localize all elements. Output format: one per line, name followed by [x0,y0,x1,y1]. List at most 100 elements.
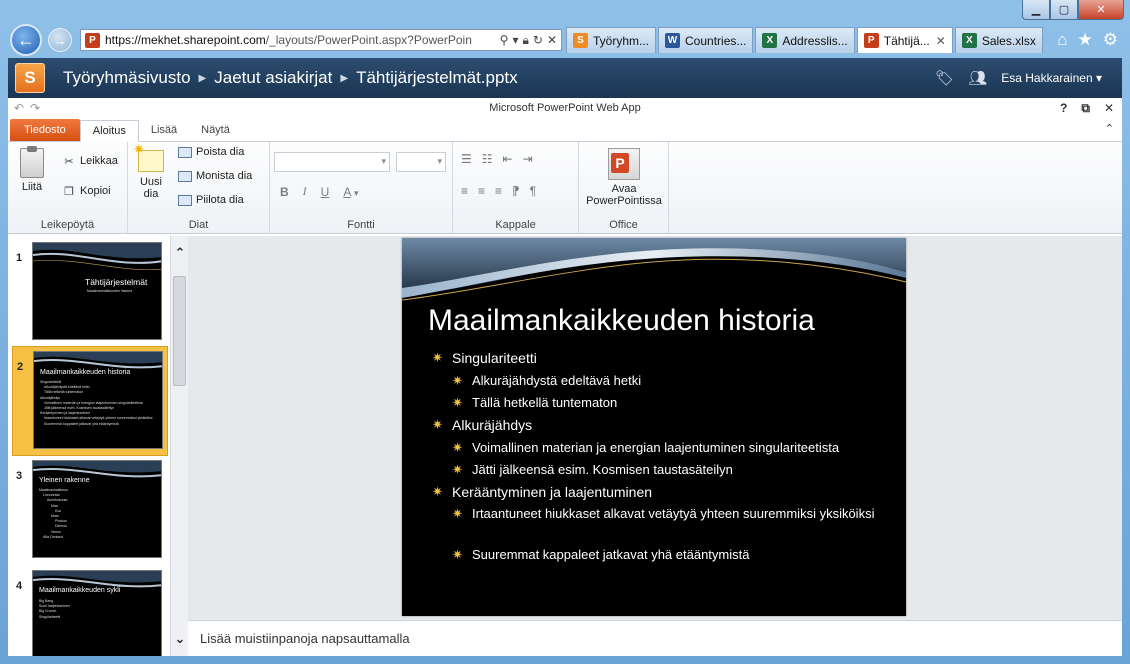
font-color-button[interactable]: A ▾ [343,185,358,199]
undo-icon[interactable]: ↶ [14,101,30,115]
thumbnail-subtitle: Maailmankaikkeuden historia [87,289,133,293]
thumbnail-body: Singulariteetti Alkuräjähdystä edeltävä … [40,380,152,427]
favorites-star-icon[interactable]: ★ [1078,30,1093,50]
back-button[interactable]: ← [10,24,42,56]
breadcrumb-item-site[interactable]: Työryhmäsivusto [63,68,191,88]
help-icon[interactable]: ? [1060,101,1067,116]
align-buttons: ≡ ≡ ≡ ⁋ ¶ [461,184,536,198]
tab-label: Sales.xlsx [981,33,1036,48]
breadcrumb-separator-icon: ▶ [340,72,349,84]
sharepoint-logo-icon[interactable]: S [15,63,45,93]
close-icon[interactable]: ✕ [547,33,557,48]
tag-icon[interactable]: 🏷︎ [935,69,954,87]
cut-button[interactable]: ✂ Leikkaa [62,154,118,168]
duplicate-slide-button[interactable]: Monista dia [178,170,252,182]
thumbnail-preview: Maailmankaikkeuden historia Singularitee… [33,351,163,449]
tab-close-icon[interactable]: ✕ [936,34,946,48]
font-color-label: A [343,184,351,199]
slide-thumbnail-1[interactable]: 1 Tähtijärjestelmät Maailmankaikkeuden h… [12,238,168,348]
current-slide[interactable]: Maailmankaikkeuden historia Singularitee… [402,238,906,616]
bullet-level-2: Irtaantuneet hiukkaset alkavat vetäytyä … [432,505,877,545]
new-slide-button[interactable]: Uusi dia [133,143,164,200]
slide-bullets[interactable]: Singulariteetti Alkuräjähdystä edeltävä … [432,348,877,567]
forward-button[interactable]: → [48,28,72,52]
bullet-level-2: Suuremmat kappaleet jatkavat yhä etäänty… [432,545,877,567]
browser-tab-active[interactable]: P Tähtijä... ✕ [856,27,953,53]
browser-tab[interactable]: X Addresslis... [755,27,855,53]
close-icon[interactable]: ✕ [1104,101,1114,116]
bullets-icon[interactable]: ☰ [461,152,472,166]
dropdown-icon[interactable]: ▾ [512,33,518,48]
tab-insert[interactable]: Lisää [139,119,189,141]
app-title: Microsoft PowerPoint Web App [489,102,641,114]
rtl-icon[interactable]: ¶ [530,184,536,198]
settings-gear-icon[interactable]: ⚙ [1103,30,1118,50]
tab-home[interactable]: Aloitus [79,120,139,142]
maximize-button[interactable]: ▢ [1050,0,1078,20]
collapse-ribbon-icon[interactable]: ⌃ [1105,122,1114,135]
hide-slide-icon [178,194,192,206]
people-icon[interactable]: 👥︎ [968,69,987,87]
bold-button[interactable]: B [280,185,289,199]
bullet-level-1: Alkuräjähdys [432,415,877,438]
thumbnail-scrollbar[interactable]: ⌃ ⌄ [170,236,188,656]
italic-button[interactable]: I [303,184,307,199]
scroll-up-icon[interactable]: ⌃ [171,242,189,264]
user-menu[interactable]: Esa Hakkarainen ▾ [1001,71,1102,85]
new-slide-label: Uusi [139,176,162,188]
underline-button[interactable]: U [321,185,330,199]
home-icon[interactable]: ⌂ [1057,30,1067,50]
group-label-slides: Diat [188,219,209,231]
paste-button[interactable]: Liitä [20,146,44,193]
hide-slide-button[interactable]: Piilota dia [178,194,244,206]
address-url[interactable]: https://mekhet.sharepoint.com/_layouts/P… [105,33,500,47]
align-left-icon[interactable]: ≡ [461,184,468,198]
align-right-icon[interactable]: ≡ [495,184,502,198]
url-path: /_layouts/PowerPoint.aspx?PowerPoin [265,33,472,47]
browser-tabs: S Työryhm... W Countries... X Addresslis...… [566,27,1043,53]
browser-tab[interactable]: W Countries... [658,27,754,53]
slide-thumbnail-3[interactable]: 3 Yleinen rakenne Maailmankaikkeus Linnu… [12,456,168,566]
notes-area[interactable]: Lisää muistiinpanoja napsauttamalla [188,620,1122,656]
bullet-level-2: Voimallinen materian ja energian laajent… [432,438,877,460]
tab-file[interactable]: Tiedosto [10,119,80,141]
address-bar[interactable]: P https://mekhet.sharepoint.com/_layouts… [80,29,562,51]
decrease-indent-icon[interactable]: ⇤ [503,152,513,166]
search-icon[interactable]: ⚲ [500,33,509,48]
slide-title[interactable]: Maailmankaikkeuden historia [428,304,815,338]
tab-label: Työryhm... [593,33,650,48]
slide-thumbnail-2[interactable]: 2 Maailmankaikkeuden historia Singularit… [12,346,168,456]
group-office: Avaa PowerPointissa Office [579,142,669,233]
redo-icon[interactable]: ↷ [30,101,46,115]
popout-icon[interactable]: ⧉ [1081,101,1090,116]
tab-view[interactable]: Näytä [189,119,242,141]
ltr-icon[interactable]: ⁋ [512,184,520,198]
browser-tab[interactable]: X Sales.xlsx [954,27,1043,53]
powerpoint-favicon-icon: P [863,33,879,48]
thumbnail-preview: Tähtijärjestelmät Maailmankaikkeuden his… [32,242,162,340]
chevron-down-icon: ▾ [354,187,359,198]
browser-tab[interactable]: S Työryhm... [566,27,657,53]
font-size-select[interactable] [396,152,446,172]
lock-icon[interactable]: 🔒︎ [522,33,528,48]
group-label-font: Fontti [347,219,375,231]
open-in-powerpoint-button[interactable]: Avaa PowerPointissa [585,148,663,207]
close-window-button[interactable]: ✕ [1078,0,1124,20]
numbering-icon[interactable]: ☷ [482,152,493,166]
refresh-icon[interactable]: ↻ [533,33,543,48]
app-title-row: ↶↷ Microsoft PowerPoint Web App ? ⧉ ✕ [8,98,1122,118]
browser-toolbar-icons: ⌂ ★ ⚙ [1057,30,1118,50]
align-center-icon[interactable]: ≡ [478,184,485,198]
breadcrumb-item-library[interactable]: Jaetut asiakirjat [214,68,332,88]
slide-thumbnail-4[interactable]: 4 Maailmankaikkeuden sykli Big Bang Suur… [12,566,168,656]
group-slides: Uusi dia Poista dia Monista dia Piilota … [128,142,270,233]
scrollbar-thumb[interactable] [173,276,186,386]
minimize-button[interactable]: ▁ [1022,0,1050,20]
delete-slide-button[interactable]: Poista dia [178,146,244,158]
copy-button[interactable]: ❐ Kopioi [62,184,111,198]
list-buttons: ☰ ☷ ⇤ ⇥ [461,152,533,166]
scissors-icon: ✂ [64,155,74,168]
scroll-down-icon[interactable]: ⌄ [171,628,189,650]
font-family-select[interactable] [274,152,390,172]
increase-indent-icon[interactable]: ⇥ [523,152,533,166]
